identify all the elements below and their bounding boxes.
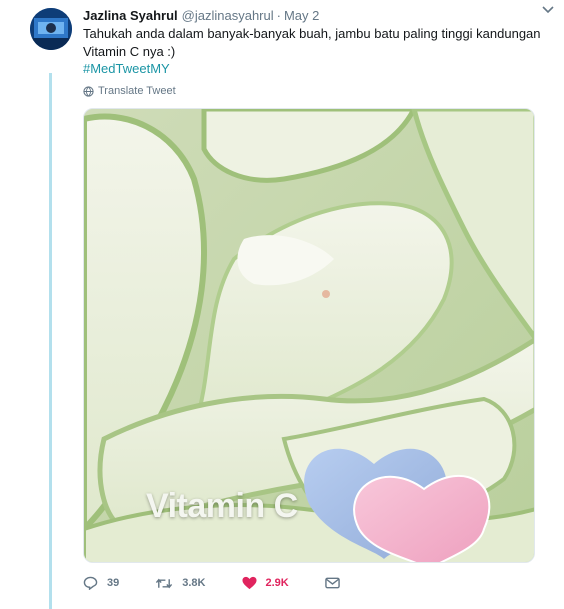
message-icon xyxy=(324,577,340,589)
tweet-header: Jazlina Syahrul @jazlinasyahrul · May 2 xyxy=(83,8,544,26)
image-overlay-text: Vitamin C xyxy=(146,487,298,525)
author-handle[interactable]: @jazlinasyahrul xyxy=(182,8,274,23)
thread-connector-line xyxy=(49,73,52,609)
reply-button[interactable]: 39 xyxy=(83,576,119,590)
translate-tweet-link[interactable]: Translate Tweet xyxy=(83,84,176,98)
tweet-text: Tahukah anda dalam banyak-banyak buah, j… xyxy=(83,26,541,59)
tweet-image[interactable]: Vitamin C xyxy=(83,108,535,563)
like-count: 2.9K xyxy=(265,577,289,589)
caret-down-icon[interactable] xyxy=(542,6,554,14)
translate-label: Translate Tweet xyxy=(98,85,176,97)
heart-icon xyxy=(241,576,257,590)
retweet-icon xyxy=(156,578,173,588)
hashtag-link[interactable]: #MedTweetMY xyxy=(83,60,170,78)
like-button[interactable]: 2.9K xyxy=(241,576,289,590)
retweet-count: 3.8K xyxy=(182,577,206,589)
tweet-date[interactable]: May 2 xyxy=(284,8,319,23)
avatar[interactable] xyxy=(30,8,72,50)
avatar-image xyxy=(30,8,72,50)
reply-icon xyxy=(83,576,98,590)
direct-message-button[interactable] xyxy=(324,577,349,589)
separator-dot: · xyxy=(276,8,281,23)
retweet-button[interactable]: 3.8K xyxy=(155,577,206,590)
globe-icon xyxy=(83,85,94,97)
reply-count: 39 xyxy=(107,577,120,589)
author-name[interactable]: Jazlina Syahrul xyxy=(83,8,178,23)
tweet-actions: 39 3.8K 2.9K xyxy=(83,573,385,593)
